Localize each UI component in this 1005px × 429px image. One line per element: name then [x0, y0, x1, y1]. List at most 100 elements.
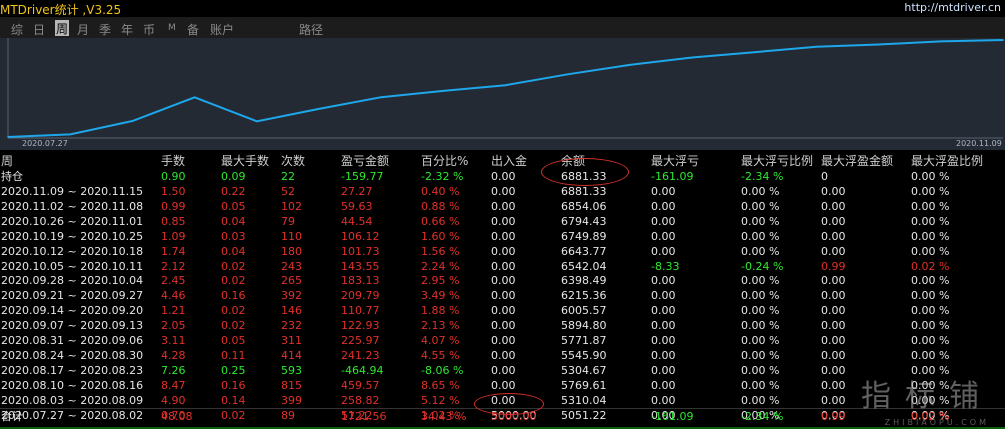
table-row[interactable]: 2020.09.21 ~ 2020.09.27 4.46 0.16 392 209.79… [0, 288, 1005, 303]
row-balance: 6398.49 [561, 274, 607, 288]
row-week: 2020.08.17 ~ 2020.08.23 [1, 363, 144, 377]
row-balance: 6643.77 [561, 244, 607, 258]
row-pnl: 59.63 [341, 199, 373, 213]
row-week: 2020.11.02 ~ 2020.11.08 [1, 199, 144, 213]
row-max-float-loss: 0.00 [651, 214, 676, 228]
row-max-lots: 0.25 [221, 363, 246, 377]
row-count: 180 [281, 244, 302, 258]
row-max-lots: 0.04 [221, 244, 246, 258]
col-count: 次数 [281, 154, 306, 168]
row-pnl: 122.93 [341, 319, 380, 333]
tab-year[interactable]: 年 [121, 21, 133, 38]
row-lots: 8.47 [161, 378, 186, 392]
col-week: 周 [1, 154, 14, 168]
tab-month[interactable]: 月 [77, 21, 89, 38]
tab-note[interactable]: 备 [187, 21, 199, 38]
row-lots: 4.28 [161, 348, 186, 362]
table-row[interactable]: 2020.11.02 ~ 2020.11.08 0.99 0.05 102 59.63 0… [0, 199, 1005, 214]
table-row[interactable]: 2020.10.19 ~ 2020.10.25 1.09 0.03 110 106.12… [0, 229, 1005, 244]
balance-line [7, 39, 1004, 138]
row-flow: 0.00 [491, 348, 516, 362]
col-max-float-profit-pct: 最大浮盈比例 [911, 154, 984, 168]
row-max-float-profit-pct: 0.00 % [911, 185, 950, 198]
row-max-float-loss: 0.00 [651, 289, 676, 303]
row-balance: 6749.89 [561, 229, 607, 243]
row-lots: 1.21 [161, 304, 186, 318]
row-pnl: 44.54 [341, 214, 373, 228]
row-max-float-profit: 0.00 [821, 334, 846, 347]
row-pnl: 241.23 [341, 348, 380, 362]
row-max-lots: 0.11 [221, 348, 246, 362]
row-max-lots: 0.14 [221, 393, 246, 407]
row-flow: 0.00 [491, 244, 516, 258]
balance-point [69, 133, 71, 136]
row-max-float-loss: 0.00 [651, 229, 676, 243]
row-lots: 0.99 [161, 199, 186, 213]
row-max-float-loss-pct: 0.00 % [741, 274, 780, 288]
table-row[interactable]: 2020.08.31 ~ 2020.09.06 3.11 0.05 311 225.97… [0, 333, 1005, 348]
col-max-float-loss-pct: 最大浮亏比例 [741, 154, 814, 168]
total-max-float-loss: -161.09 [651, 410, 694, 423]
row-count: 79 [281, 214, 295, 228]
balance-point [691, 56, 693, 59]
row-balance: 5771.87 [561, 334, 607, 347]
row-flow: 0.00 [491, 363, 516, 377]
row-pnl: 143.55 [341, 259, 380, 273]
row-lots: 7.26 [161, 363, 186, 377]
row-max-float-loss: 0.00 [651, 378, 676, 392]
table-row[interactable]: 2020.11.09 ~ 2020.11.15 1.50 0.22 52 27.27 0.… [0, 184, 1005, 199]
table-row[interactable]: 2020.10.26 ~ 2020.11.01 0.85 0.04 79 44.54 0.… [0, 214, 1005, 229]
table-row[interactable]: 2020.09.14 ~ 2020.09.20 1.21 0.02 146 110.77… [0, 303, 1005, 318]
row-lots: 2.05 [161, 319, 186, 333]
tab-overview[interactable]: 综 [11, 21, 23, 38]
row-flow: 0.00 [491, 304, 516, 318]
tab-path[interactable]: 路径 [299, 21, 323, 38]
holding-max-float-loss: -161.09 [651, 170, 694, 183]
table-row[interactable]: 2020.10.05 ~ 2020.10.11 2.12 0.02 243 143.55… [0, 259, 1005, 274]
tab-magic[interactable]: M [168, 23, 176, 33]
tab-account[interactable]: 账户 [210, 21, 234, 38]
table-row[interactable]: 2020.08.17 ~ 2020.08.23 7.26 0.25 593 -464.9… [0, 363, 1005, 378]
col-max-float-loss: 最大浮亏 [651, 154, 700, 168]
row-pnl: 110.77 [341, 304, 380, 318]
row-balance: 5769.61 [561, 378, 607, 392]
row-max-lots: 0.16 [221, 378, 246, 392]
tab-week[interactable]: 周 [55, 20, 70, 36]
row-max-float-loss-pct: 0.00 % [741, 214, 780, 228]
table-row[interactable]: 2020.08.24 ~ 2020.08.30 4.28 0.11 414 241.23… [0, 348, 1005, 363]
row-max-float-loss-pct: 0.00 % [741, 334, 780, 347]
row-max-lots: 0.02 [221, 319, 246, 333]
balance-point [380, 96, 382, 98]
watermark-text: 指标铺 [861, 379, 993, 414]
row-lots: 2.12 [161, 259, 186, 273]
table-row[interactable]: 2020.09.28 ~ 2020.10.04 2.45 0.02 265 183.13… [0, 273, 1005, 288]
table-row[interactable]: 2020.09.07 ~ 2020.09.13 2.05 0.02 232 122.93… [0, 318, 1005, 333]
row-balance: 5545.90 [561, 348, 607, 362]
balance-point [877, 43, 880, 46]
table-row[interactable]: 2020.08.10 ~ 2020.08.16 8.47 0.16 815 459.57… [0, 378, 1005, 393]
row-balance: 5894.80 [561, 319, 607, 333]
site-link[interactable]: http://mtdriver.cn [904, 1, 1001, 14]
row-flow: 0.00 [491, 199, 516, 213]
row-pnl: 183.13 [341, 274, 380, 288]
tab-quarter[interactable]: 季 [99, 21, 111, 38]
tab-currency[interactable]: 币 [143, 21, 155, 38]
row-max-lots: 0.03 [221, 229, 246, 243]
chart-start-date: 2020.07.27 [22, 139, 68, 148]
row-week: 2020.10.19 ~ 2020.10.25 [1, 229, 144, 243]
holding-label: 持仓 [1, 170, 23, 183]
row-lots: 4.46 [161, 289, 186, 303]
row-max-float-profit: 0.99 [821, 259, 846, 273]
tab-day[interactable]: 日 [33, 21, 45, 38]
row-max-float-loss-pct: 0.00 % [741, 185, 780, 198]
row-pct: 1.60 % [421, 229, 460, 243]
table-row[interactable]: 2020.10.12 ~ 2020.10.18 1.74 0.04 180 101.73… [0, 244, 1005, 259]
row-balance: 6794.43 [561, 214, 607, 228]
row-max-float-profit-pct: 0.02 % [911, 259, 950, 273]
row-week: 2020.10.12 ~ 2020.10.18 [1, 244, 144, 258]
row-week: 2020.08.03 ~ 2020.08.09 [1, 393, 144, 407]
row-count: 146 [281, 304, 302, 318]
row-pct: 5.12 % [421, 393, 460, 407]
row-week: 2020.08.10 ~ 2020.08.16 [1, 378, 144, 392]
holding-row[interactable]: 持仓 0.90 0.09 22 -159.77 -2.32 % 0.00 688… [0, 169, 1005, 184]
